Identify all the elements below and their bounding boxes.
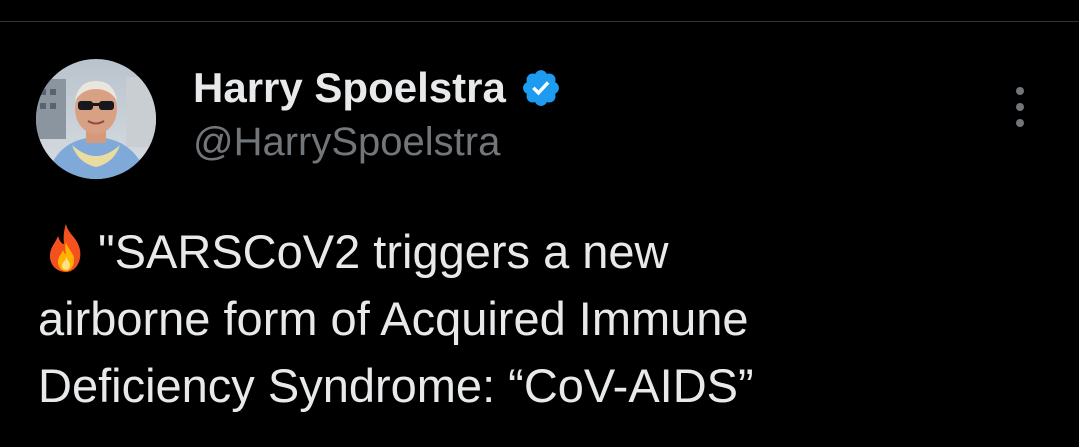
more-vertical-icon[interactable] [1003, 84, 1037, 130]
verified-badge-icon[interactable] [520, 67, 562, 109]
fire-icon [38, 220, 94, 276]
tweet-text-line-1: "SARSCoV2 triggers a new [98, 225, 669, 278]
tweet-text-line-2: airborne form of Acquired Immune [38, 292, 749, 345]
tweet[interactable]: Harry Spoelstra @HarrySpoelstra "SARSCoV… [0, 22, 1079, 447]
tweet-text: "SARSCoV2 triggers a new airborne form o… [38, 218, 1058, 419]
avatar[interactable] [36, 59, 156, 179]
tweet-text-line-3: Deficiency Syndrome: “CoV-AIDS” [38, 359, 754, 412]
display-name[interactable]: Harry Spoelstra [193, 64, 506, 112]
name-row: Harry Spoelstra [193, 62, 953, 114]
tweet-header: Harry Spoelstra @HarrySpoelstra [193, 62, 953, 165]
user-handle[interactable]: @HarrySpoelstra [193, 120, 953, 165]
